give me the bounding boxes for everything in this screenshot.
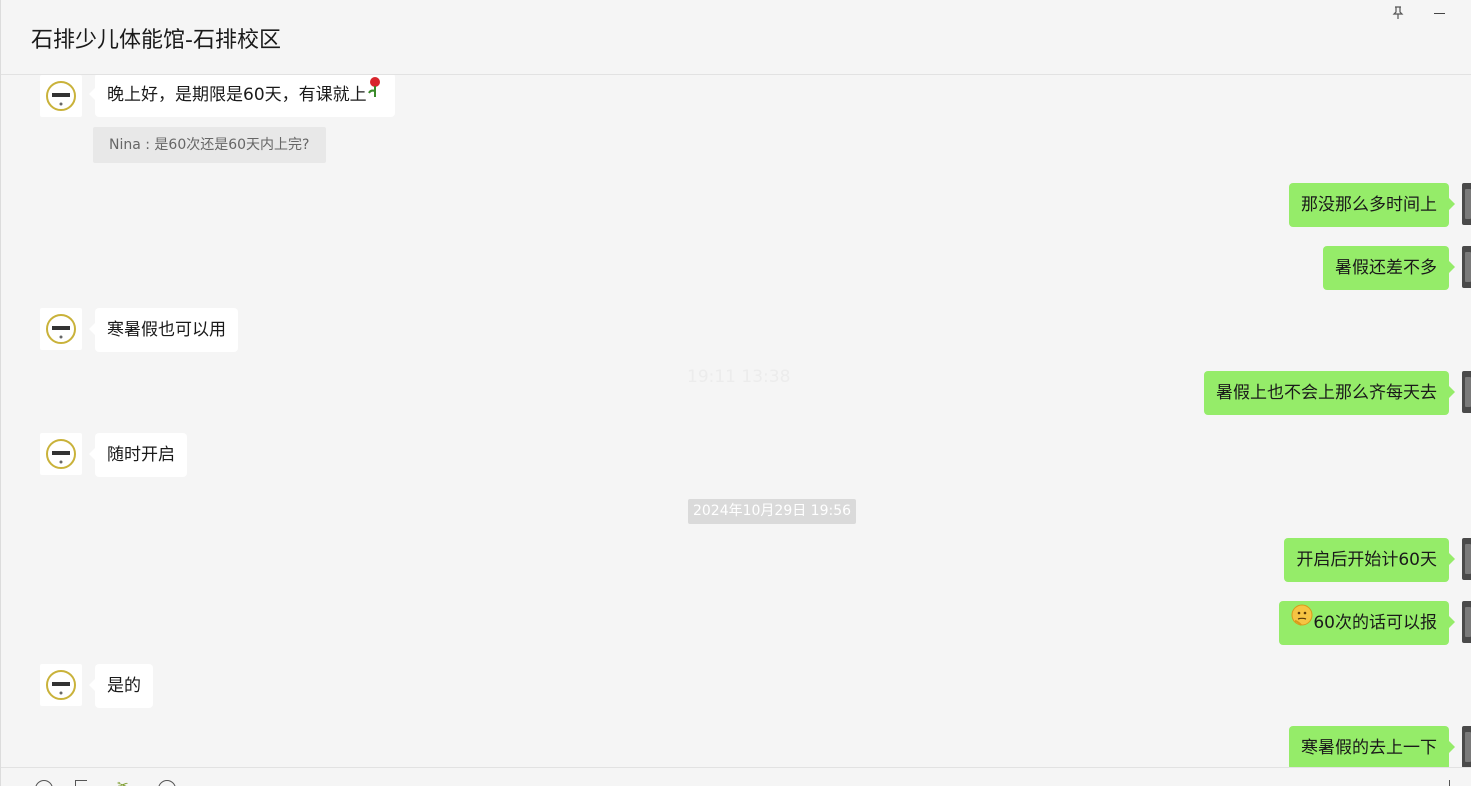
message-bubble-incoming[interactable]: 晚上好，是期限是60天，有课就上 bbox=[89, 75, 395, 117]
message-text: 开启后开始计60天 bbox=[1296, 550, 1437, 570]
message-text: 寒暑假也可以用 bbox=[107, 320, 226, 340]
faded-timestamp: 19:11 13:38 bbox=[687, 367, 791, 387]
contact-avatar[interactable] bbox=[40, 433, 82, 475]
input-toolbar: ✂ bbox=[1, 767, 1471, 786]
message-text: 是的 bbox=[107, 676, 141, 696]
emoji-icon[interactable] bbox=[35, 780, 53, 786]
message-bubble-outgoing[interactable]: 那没那么多时间上 bbox=[1289, 183, 1455, 227]
message-text: 暑假上也不会上那么齐每天去 bbox=[1216, 383, 1437, 403]
contact-avatar[interactable] bbox=[40, 308, 82, 350]
chat-header: 石排少儿体能馆-石排校区 bbox=[1, 0, 1471, 75]
message-text: 随时开启 bbox=[107, 445, 175, 465]
message-bubble-outgoing[interactable]: 寒暑假的去上一下 bbox=[1289, 726, 1455, 767]
message-bubble-outgoing[interactable]: 开启后开始计60天 bbox=[1284, 538, 1455, 582]
message-bubble-incoming[interactable]: 是的 bbox=[89, 664, 153, 708]
message-bubble-incoming[interactable]: 寒暑假也可以用 bbox=[89, 308, 238, 352]
quoted-message[interactable]: Nina : 是60次还是60天内上完? bbox=[93, 127, 326, 163]
self-avatar[interactable] bbox=[1462, 601, 1471, 643]
message-text: 寒暑假的去上一下 bbox=[1301, 738, 1437, 758]
message-text: 那没那么多时间上 bbox=[1301, 195, 1437, 215]
thinking-face-emoji-icon bbox=[1291, 599, 1313, 643]
self-avatar[interactable] bbox=[1462, 538, 1471, 580]
folder-icon[interactable] bbox=[75, 780, 87, 786]
contact-avatar[interactable] bbox=[40, 75, 82, 117]
chat-window: 石排少儿体能馆-石排校区 晚上好，是期限是60天，有课就上 Nina : 是60… bbox=[0, 0, 1471, 786]
self-avatar[interactable] bbox=[1462, 246, 1471, 288]
pin-icon[interactable] bbox=[1387, 4, 1409, 22]
minimize-icon[interactable] bbox=[1428, 4, 1450, 22]
message-bubble-outgoing[interactable]: 暑假还差不多 bbox=[1323, 246, 1455, 290]
call-icon[interactable] bbox=[1449, 780, 1455, 786]
self-avatar[interactable] bbox=[1462, 726, 1471, 767]
timestamp-divider: 2024年10月29日 19:56 bbox=[688, 499, 856, 524]
scissors-icon[interactable]: ✂ bbox=[117, 777, 135, 786]
message-text: 晚上好，是期限是60天，有课就上 bbox=[107, 85, 367, 105]
rose-emoji-icon bbox=[367, 75, 383, 115]
contact-avatar[interactable] bbox=[40, 664, 82, 706]
chat-title: 石排少儿体能馆-石排校区 bbox=[31, 28, 281, 53]
self-avatar[interactable] bbox=[1462, 183, 1471, 225]
message-bubble-outgoing[interactable]: 暑假上也不会上那么齐每天去 bbox=[1204, 371, 1455, 415]
message-bubble-outgoing[interactable]: 60次的话可以报 bbox=[1279, 599, 1455, 645]
message-text: 60次的话可以报 bbox=[1313, 613, 1437, 633]
chat-history-icon[interactable] bbox=[158, 780, 176, 786]
message-text: 暑假还差不多 bbox=[1335, 258, 1437, 278]
message-bubble-incoming[interactable]: 随时开启 bbox=[89, 433, 187, 477]
message-list[interactable]: 晚上好，是期限是60天，有课就上 Nina : 是60次还是60天内上完? 那没… bbox=[1, 75, 1471, 767]
self-avatar[interactable] bbox=[1462, 371, 1471, 413]
